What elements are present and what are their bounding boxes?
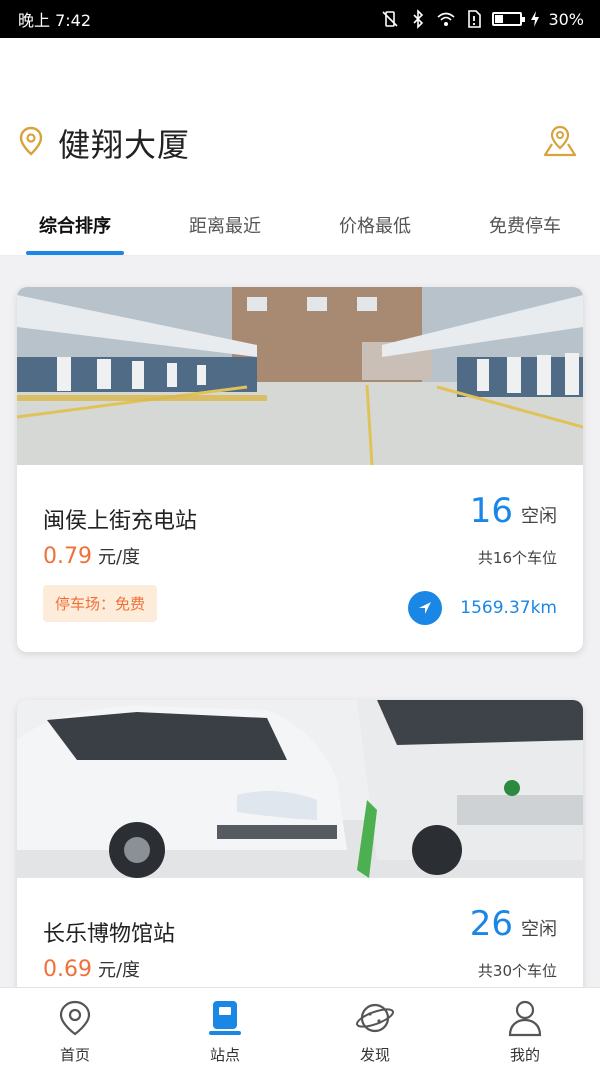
sort-tabs: 综合排序 距离最近 价格最低 免费停车 bbox=[0, 204, 600, 256]
bluetooth-icon bbox=[408, 9, 428, 29]
station-info: 闽侯上街充电站 0.79 元/度 16 空闲 共16个车位 停车场：免费 1569… bbox=[17, 465, 583, 652]
station-price: 0.69 bbox=[43, 957, 92, 982]
station-name: 长乐博物馆站 bbox=[43, 922, 176, 947]
station-price-row: 0.69 元/度 bbox=[43, 956, 140, 982]
location-pin-icon bbox=[18, 126, 44, 160]
nav-label: 站点 bbox=[209, 1046, 240, 1064]
station-card[interactable]: 闽侯上街充电站 0.79 元/度 16 空闲 共16个车位 停车场：免费 1569… bbox=[17, 287, 583, 652]
free-spots: 26 空闲 bbox=[470, 904, 557, 944]
location-row: 健翔大厦 bbox=[18, 118, 578, 168]
charging-station-icon bbox=[205, 998, 245, 1038]
parking-badge: 停车场：免费 bbox=[43, 585, 158, 622]
user-icon bbox=[505, 998, 545, 1038]
free-spots: 16 空闲 bbox=[470, 491, 557, 531]
wifi-icon bbox=[436, 9, 456, 29]
nav-stations[interactable]: 站点 bbox=[165, 988, 285, 1067]
status-time: 晚上 7:42 bbox=[18, 11, 92, 30]
nav-me[interactable]: 我的 bbox=[465, 988, 585, 1067]
free-label: 空闲 bbox=[521, 919, 557, 940]
distance-value: 1569.37km bbox=[460, 598, 557, 618]
price-unit: 元/度 bbox=[97, 547, 141, 568]
free-count: 16 bbox=[469, 491, 513, 531]
nav-label: 我的 bbox=[509, 1046, 540, 1064]
station-name: 闽侯上街充电站 bbox=[43, 509, 198, 534]
station-photo bbox=[17, 700, 583, 878]
tab-comprehensive[interactable]: 综合排序 bbox=[10, 204, 140, 255]
free-count: 26 bbox=[469, 904, 513, 944]
map-location-icon[interactable] bbox=[542, 124, 578, 162]
status-bar: 晚上 7:42 30% bbox=[0, 0, 600, 38]
location-selector[interactable]: 健翔大厦 bbox=[18, 120, 190, 166]
tab-nearest[interactable]: 距离最近 bbox=[160, 204, 290, 255]
battery-percent: 30% bbox=[548, 9, 584, 29]
distance-row[interactable]: 1569.37km bbox=[408, 591, 557, 625]
status-icons: 30% bbox=[380, 9, 584, 29]
price-unit: 元/度 bbox=[97, 960, 141, 981]
nav-home[interactable]: 首页 bbox=[15, 988, 135, 1067]
station-price-row: 0.79 元/度 bbox=[43, 543, 140, 569]
station-photo bbox=[17, 287, 583, 465]
charging-icon bbox=[530, 9, 540, 29]
vibrate-off-icon bbox=[380, 9, 400, 29]
sim-alert-icon bbox=[464, 9, 484, 29]
nav-discover[interactable]: 发现 bbox=[315, 988, 435, 1067]
bottom-nav: 首页 站点 发现 我的 bbox=[0, 987, 600, 1067]
nav-label: 首页 bbox=[59, 1046, 90, 1064]
total-spots: 共16个车位 bbox=[477, 549, 557, 567]
battery-icon bbox=[492, 12, 526, 26]
total-spots: 共30个车位 bbox=[477, 962, 557, 980]
station-price: 0.79 bbox=[43, 544, 92, 569]
planet-icon bbox=[355, 998, 395, 1038]
location-title: 健翔大厦 bbox=[58, 126, 191, 164]
tab-free-parking[interactable]: 免费停车 bbox=[460, 204, 590, 255]
nav-label: 发现 bbox=[359, 1046, 390, 1064]
header: 健翔大厦 综合排序 距离最近 价格最低 免费停车 bbox=[0, 38, 600, 256]
tab-cheapest[interactable]: 价格最低 bbox=[310, 204, 440, 255]
home-pin-icon bbox=[55, 998, 95, 1038]
free-label: 空闲 bbox=[521, 506, 557, 527]
navigate-icon[interactable] bbox=[408, 591, 443, 625]
